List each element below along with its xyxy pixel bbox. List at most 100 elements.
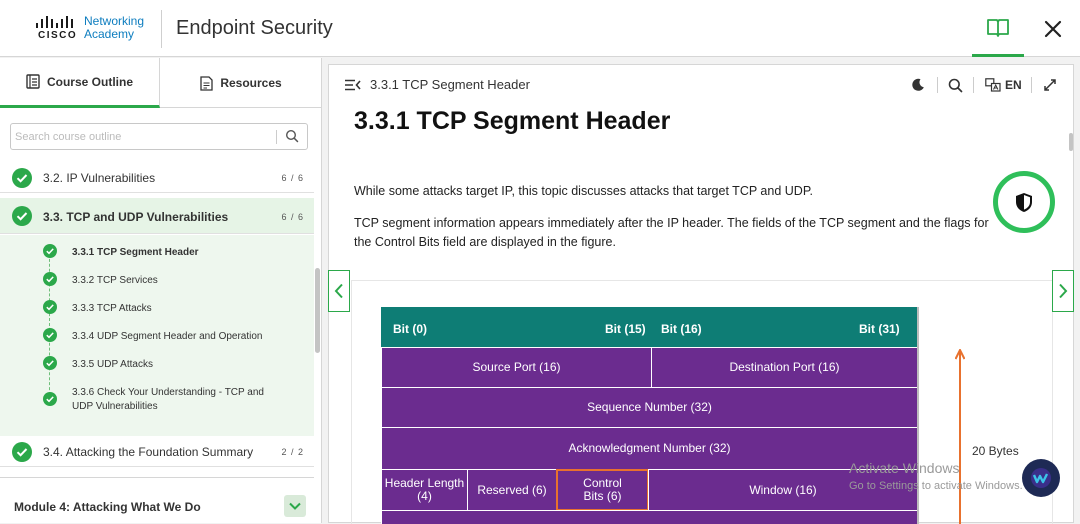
bit-15-label: Bit (15) bbox=[605, 322, 646, 336]
check-dot-icon bbox=[43, 244, 57, 258]
search-content-button[interactable] bbox=[948, 75, 963, 95]
moon-icon bbox=[912, 78, 924, 91]
bit-0-label: Bit (0) bbox=[393, 322, 427, 336]
section-title: 3.2. IP Vulnerabilities bbox=[43, 171, 156, 185]
chevron-left-icon bbox=[334, 283, 343, 299]
search-icon[interactable] bbox=[285, 129, 299, 143]
subitem-3-3-6[interactable]: 3.3.6 Check Your Understanding - TCP and… bbox=[0, 377, 314, 417]
shield-icon bbox=[1016, 192, 1032, 212]
subitem-3-3-5[interactable]: 3.3.5 UDP Attacks bbox=[0, 349, 314, 377]
translate-icon bbox=[985, 78, 1001, 92]
logo-cisco-text: CISCO bbox=[38, 30, 78, 41]
up-arrow-icon bbox=[955, 349, 965, 524]
chevron-right-icon bbox=[1059, 283, 1068, 299]
language-selector[interactable]: EN bbox=[985, 75, 1022, 95]
check-dot-icon bbox=[43, 392, 57, 406]
toolbar-page-title: 3.3.1 TCP Segment Header bbox=[370, 77, 530, 92]
search-input[interactable] bbox=[15, 126, 270, 147]
toolbar-divider bbox=[973, 77, 974, 93]
content-scrollbar[interactable] bbox=[1069, 133, 1073, 151]
book-icon bbox=[987, 19, 1009, 37]
bit-header-row: Bit (0) Bit (15) Bit (16) Bit (31) bbox=[381, 307, 918, 347]
check-dot-icon bbox=[43, 356, 57, 370]
section-title: 3.3. TCP and UDP Vulnerabilities bbox=[43, 210, 229, 224]
next-page-button[interactable] bbox=[1052, 270, 1074, 312]
close-icon bbox=[1044, 20, 1062, 37]
previous-page-button[interactable] bbox=[328, 270, 350, 312]
outline-icon bbox=[26, 74, 40, 89]
close-button[interactable] bbox=[1026, 0, 1080, 57]
check-dot-icon bbox=[43, 300, 57, 314]
tab-course-outline[interactable]: Course Outline bbox=[0, 58, 160, 108]
dark-mode-toggle[interactable] bbox=[911, 75, 925, 95]
section-3-3[interactable]: 3.3. TCP and UDP Vulnerabilities 6 / 6 bbox=[0, 198, 314, 234]
header-length-field: Header Length (4) bbox=[381, 469, 468, 511]
top-bar: CISCO Networking Academy Endpoint Securi… bbox=[0, 0, 1080, 57]
webex-floating-button[interactable] bbox=[1022, 459, 1060, 497]
subitem-3-3-1[interactable]: 3.3.1 TCP Segment Header bbox=[0, 237, 314, 265]
section-3-2[interactable]: 3.2. IP Vulnerabilities 6 / 6 bbox=[0, 162, 314, 193]
expand-icon bbox=[1044, 79, 1056, 91]
left-panel: Course Outline Resources 3.2. IP Vulnera… bbox=[0, 58, 322, 523]
section-3-4[interactable]: 3.4. Attacking the Foundation Summary 2 … bbox=[0, 436, 314, 467]
page-heading: 3.3.1 TCP Segment Header bbox=[354, 107, 671, 135]
subitem-title: 3.3.2 TCP Services bbox=[72, 275, 158, 286]
destination-port-field: Destination Port (16) bbox=[651, 347, 918, 388]
control-bits-field[interactable]: Control Bits (6) bbox=[556, 469, 649, 511]
subitem-3-3-3[interactable]: 3.3.3 TCP Attacks bbox=[0, 293, 314, 321]
course-outline-list: 3.2. IP Vulnerabilities 6 / 6 3.3. TCP a… bbox=[0, 162, 314, 468]
description-paragraph: TCP segment information appears immediat… bbox=[354, 216, 989, 249]
outline-scrollbar[interactable] bbox=[315, 268, 320, 353]
subitem-3-3-2[interactable]: 3.3.2 TCP Services bbox=[0, 265, 314, 293]
cisco-networking-academy-logo[interactable]: CISCO Networking Academy bbox=[34, 14, 154, 44]
tab-course-outline-label: Course Outline bbox=[46, 74, 133, 89]
security-shield-button[interactable] bbox=[993, 171, 1055, 233]
subitem-3-3-4[interactable]: 3.3.4 UDP Segment Header and Operation bbox=[0, 321, 314, 349]
sequence-number-field: Sequence Number (32) bbox=[381, 387, 918, 428]
bit-16-label: Bit (16) bbox=[661, 322, 702, 336]
search-divider bbox=[276, 130, 277, 144]
left-tabs: Course Outline Resources bbox=[0, 58, 322, 108]
subitem-title: 3.3.1 TCP Segment Header bbox=[72, 247, 199, 258]
bit-31-label: Bit (31) bbox=[859, 322, 900, 336]
document-icon bbox=[200, 75, 213, 91]
webex-icon bbox=[1031, 468, 1051, 488]
content-panel: 3.3.1 TCP Segment Header EN 3.3.1 TCP Se… bbox=[328, 64, 1075, 524]
toolbar-divider bbox=[937, 77, 938, 93]
subitem-title: 3.3.4 UDP Segment Header and Operation bbox=[72, 331, 263, 342]
module-4-header[interactable]: Module 4: Attacking What We Do bbox=[0, 477, 314, 523]
fullscreen-button[interactable] bbox=[1043, 75, 1057, 95]
intro-paragraph: While some attacks target IP, this topic… bbox=[354, 184, 814, 198]
cisco-bars-icon bbox=[36, 16, 76, 28]
chevron-down-icon bbox=[289, 502, 301, 510]
tab-resources[interactable]: Resources bbox=[161, 58, 321, 108]
search-icon bbox=[948, 78, 963, 92]
module-expand-button[interactable] bbox=[284, 495, 306, 517]
subitem-title: 3.3.6 Check Your Understanding - TCP and… bbox=[72, 387, 264, 412]
check-circle-icon bbox=[12, 206, 32, 226]
bytes-label: 20 Bytes bbox=[972, 444, 1019, 458]
check-circle-icon bbox=[12, 168, 32, 188]
check-dot-icon bbox=[43, 328, 57, 342]
search-box bbox=[10, 123, 308, 150]
activate-windows-watermark: Activate Windows Go to Settings to activ… bbox=[849, 460, 1023, 492]
subitem-title: 3.3.3 TCP Attacks bbox=[72, 303, 152, 314]
section-title: 3.4. Attacking the Foundation Summary bbox=[43, 445, 254, 459]
check-circle-icon bbox=[12, 442, 32, 462]
subsection-list: 3.3.1 TCP Segment Header 3.3.2 TCP Servi… bbox=[0, 235, 314, 436]
check-dot-icon bbox=[43, 272, 57, 286]
collapse-menu-icon[interactable] bbox=[344, 79, 361, 91]
course-book-button[interactable] bbox=[972, 0, 1024, 57]
acknowledgment-number-field: Acknowledgment Number (32) bbox=[381, 427, 918, 470]
course-title: Endpoint Security bbox=[176, 17, 333, 39]
header-divider bbox=[161, 10, 162, 48]
subitem-title: 3.3.5 UDP Attacks bbox=[72, 359, 153, 370]
source-port-field: Source Port (16) bbox=[381, 347, 652, 388]
next-row-field bbox=[381, 510, 918, 524]
reserved-field: Reserved (6) bbox=[467, 469, 557, 511]
section-progress-count: 2 / 2 bbox=[281, 447, 304, 457]
content-toolbar: 3.3.1 TCP Segment Header EN bbox=[329, 65, 1075, 103]
language-label: EN bbox=[1005, 78, 1022, 92]
section-progress-count: 6 / 6 bbox=[281, 173, 304, 183]
tab-resources-label: Resources bbox=[220, 76, 282, 90]
